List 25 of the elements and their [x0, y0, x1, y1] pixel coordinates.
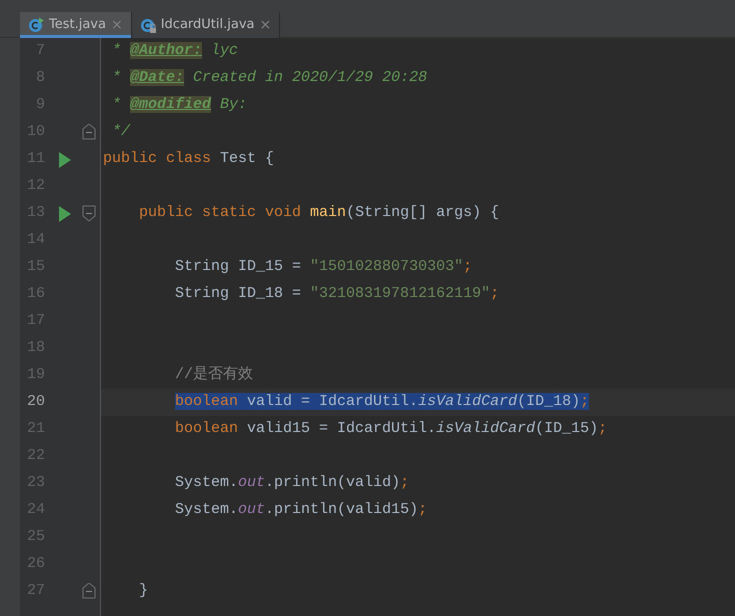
fold-icon[interactable]: [82, 205, 96, 222]
code-line: */: [111, 122, 130, 142]
code-line: String ID_15 = "150102880730303";: [174, 257, 472, 278]
run-icon[interactable]: [59, 152, 71, 168]
code-line: }: [138, 581, 148, 602]
code-line: * @Author: lyc: [111, 41, 238, 62]
class-run-icon: [28, 17, 44, 33]
class-lock-icon: [140, 17, 156, 33]
code-line: System.out.println(valid);: [174, 473, 410, 494]
code-line: public class Test {: [102, 149, 274, 170]
code-line: //是否有效: [174, 365, 254, 386]
tab-label: IdcardUtil.java: [160, 16, 254, 34]
code-line: System.out.println(valid15);: [174, 500, 428, 520]
fold-icon[interactable]: [82, 124, 96, 141]
fold-icon[interactable]: [82, 583, 96, 600]
line-number: 20: [26, 392, 45, 412]
close-icon[interactable]: ×: [260, 14, 272, 36]
code-line: public static void main(String[] args) {: [138, 203, 500, 224]
code-line: * @Date: Created in 2020/1/29 20:28: [111, 68, 428, 88]
tab-label: Test.java: [49, 16, 106, 34]
code-line: String ID_18 = "321083197812162119";: [174, 284, 500, 304]
file-tab[interactable]: Test.java ×: [20, 12, 132, 38]
code-line: boolean valid15 = IdcardUtil.isValidCard(ID_15);: [174, 419, 608, 440]
file-tab[interactable]: IdcardUtil.java ×: [132, 12, 280, 38]
run-icon[interactable]: [59, 206, 71, 222]
